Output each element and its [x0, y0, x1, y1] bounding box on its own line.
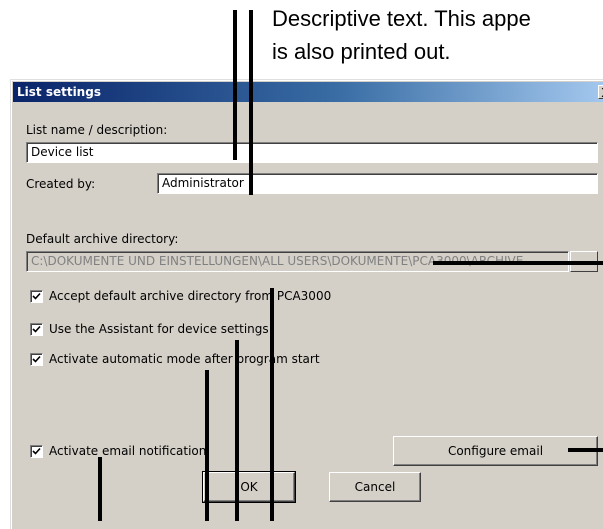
callout-line-created-by	[249, 10, 253, 195]
callout-line-1: Descriptive text. This appe	[272, 6, 531, 31]
checkbox-box[interactable]	[30, 445, 43, 458]
list-name-label: List name / description:	[26, 123, 168, 137]
dialog-titlebar[interactable]: List settings X	[13, 82, 603, 102]
dialog-title: List settings	[17, 85, 101, 99]
created-by-input[interactable]: Administrator	[157, 173, 598, 194]
callout-line-email-notification	[98, 457, 102, 521]
callout-line-auto-mode	[205, 370, 209, 521]
created-by-label: Created by:	[26, 177, 96, 191]
list-name-input[interactable]: Device list	[26, 142, 598, 163]
checkbox-label: Activate email notification	[49, 444, 207, 458]
checkbox-box[interactable]	[30, 323, 43, 336]
checkbox-label: Activate automatic mode after program st…	[49, 352, 320, 366]
checkbox-box[interactable]	[30, 353, 43, 366]
callout-line-configure-email	[568, 448, 603, 452]
callout-line-assistant	[235, 340, 239, 521]
callout-line-list-name	[233, 10, 237, 160]
callout-text: Descriptive text. This appe is also prin…	[272, 2, 603, 76]
ok-button[interactable]: OK	[202, 471, 296, 503]
callout-line-2: is also printed out.	[272, 39, 451, 64]
archive-dir-label: Default archive directory:	[26, 232, 179, 246]
callout-line-archive-dir	[433, 261, 603, 265]
checkbox-box[interactable]	[30, 290, 43, 303]
callout-line-accept-dir	[270, 288, 274, 521]
close-button[interactable]: X	[598, 85, 603, 100]
checkbox-label: Use the Assistant for device settings	[49, 322, 269, 336]
cancel-button[interactable]: Cancel	[329, 472, 421, 502]
checkbox-label: Accept default archive directory from PC…	[49, 289, 332, 303]
